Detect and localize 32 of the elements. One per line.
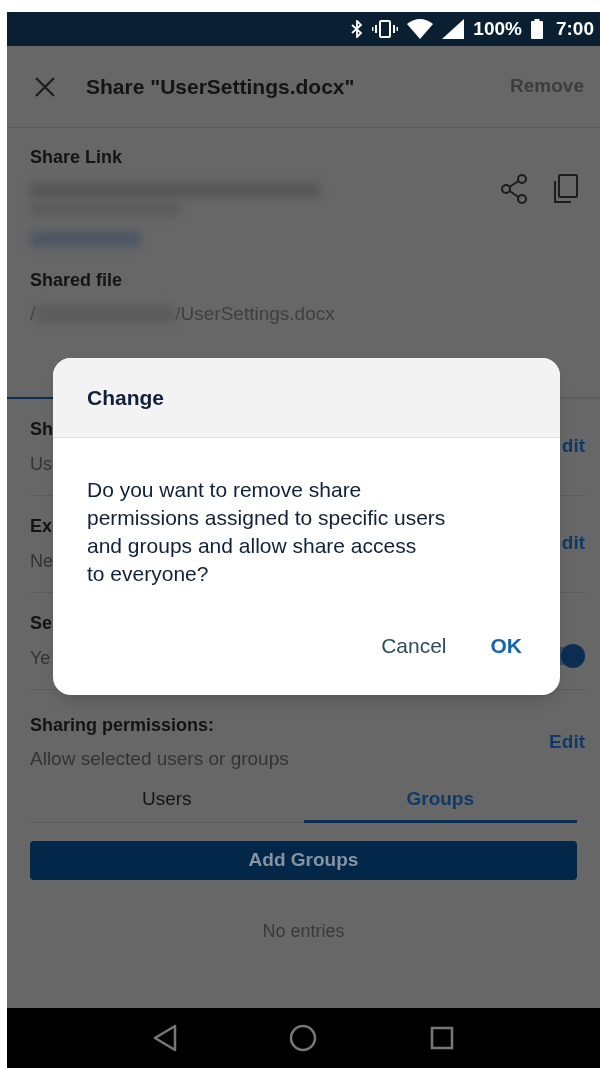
dialog-title: Change (87, 384, 164, 411)
share-icon[interactable] (500, 174, 528, 204)
back-icon[interactable] (153, 1024, 178, 1052)
signal-icon (442, 19, 465, 39)
edit-button[interactable]: Edit (549, 728, 585, 757)
tab[interactable]: Groups (303, 785, 577, 823)
wifi-icon (407, 19, 434, 39)
sharing-permissions-label: Sharing permissions: (30, 713, 216, 737)
shared-file-label: Shared file (30, 269, 124, 292)
recents-icon[interactable] (429, 1026, 454, 1050)
setting-label: Se (30, 611, 53, 635)
vibrate-icon (372, 20, 399, 38)
battery-icon (530, 19, 543, 39)
app-bar-title: Share "UserSettings.docx" (86, 73, 355, 100)
edit-button[interactable]: dit (561, 529, 585, 558)
bluetooth-icon (351, 20, 364, 38)
setting-label: Sh (30, 417, 53, 441)
share-link-label: Share Link (30, 146, 124, 169)
cancel-button[interactable]: Cancel (371, 625, 457, 665)
setting-label: Ex (30, 514, 53, 538)
ok-button[interactable]: OK (480, 625, 532, 665)
home-icon[interactable] (289, 1024, 318, 1052)
copy-icon[interactable] (552, 174, 578, 204)
clock-time: 7:00 (555, 16, 594, 41)
tab[interactable]: Users (30, 785, 304, 823)
add-groups-button[interactable]: Add Groups (30, 841, 577, 880)
edit-button[interactable]: dit (561, 432, 585, 461)
battery-percentage: 100% (473, 16, 522, 41)
tab-indicator (7, 396, 55, 399)
file-path-text: / (30, 302, 36, 326)
close-icon[interactable] (34, 75, 56, 98)
dialog-message: Do you want to remove share permissions assigned to specific users and groups and allow share access to everyone? (86, 477, 447, 587)
